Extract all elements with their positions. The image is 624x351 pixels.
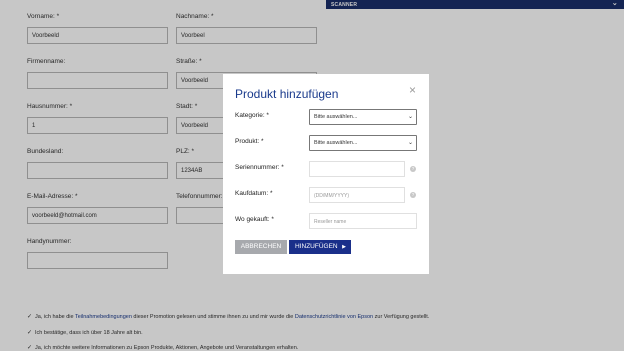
seriennummer-input[interactable] <box>309 161 405 177</box>
dialog-title: Produkt hinzufügen <box>235 87 339 101</box>
chevron-down-icon: ⌄ <box>407 140 413 146</box>
cancel-button[interactable]: ABBRECHEN <box>235 240 287 254</box>
kaufdatum-input[interactable]: (DD/MM/YYYY) <box>309 187 405 203</box>
kategorie-select[interactable]: Bitte auswählen... ⌄ <box>309 109 417 125</box>
chevron-down-icon: ⌄ <box>407 114 413 120</box>
help-icon[interactable]: ? <box>410 192 416 198</box>
add-product-dialog: Produkt hinzufügen × Kategorie: * Bitte … <box>223 74 429 274</box>
kategorie-label: Kategorie: * <box>235 112 269 119</box>
add-product-button[interactable]: HINZUFÜGEN ▶ <box>289 240 351 254</box>
play-arrow-icon: ▶ <box>342 244 346 250</box>
close-icon[interactable]: × <box>409 84 416 96</box>
wo-gekauft-label: Wo gekauft: * <box>235 216 274 223</box>
produkt-label: Produkt: * <box>235 138 264 145</box>
reseller-input[interactable]: Reseller name <box>309 213 417 229</box>
kaufdatum-label: Kaufdatum: * <box>235 190 273 197</box>
seriennummer-label: Seriennummer: * <box>235 164 284 171</box>
help-icon[interactable]: ? <box>410 166 416 172</box>
produkt-select[interactable]: Bitte auswählen... ⌄ <box>309 135 417 151</box>
